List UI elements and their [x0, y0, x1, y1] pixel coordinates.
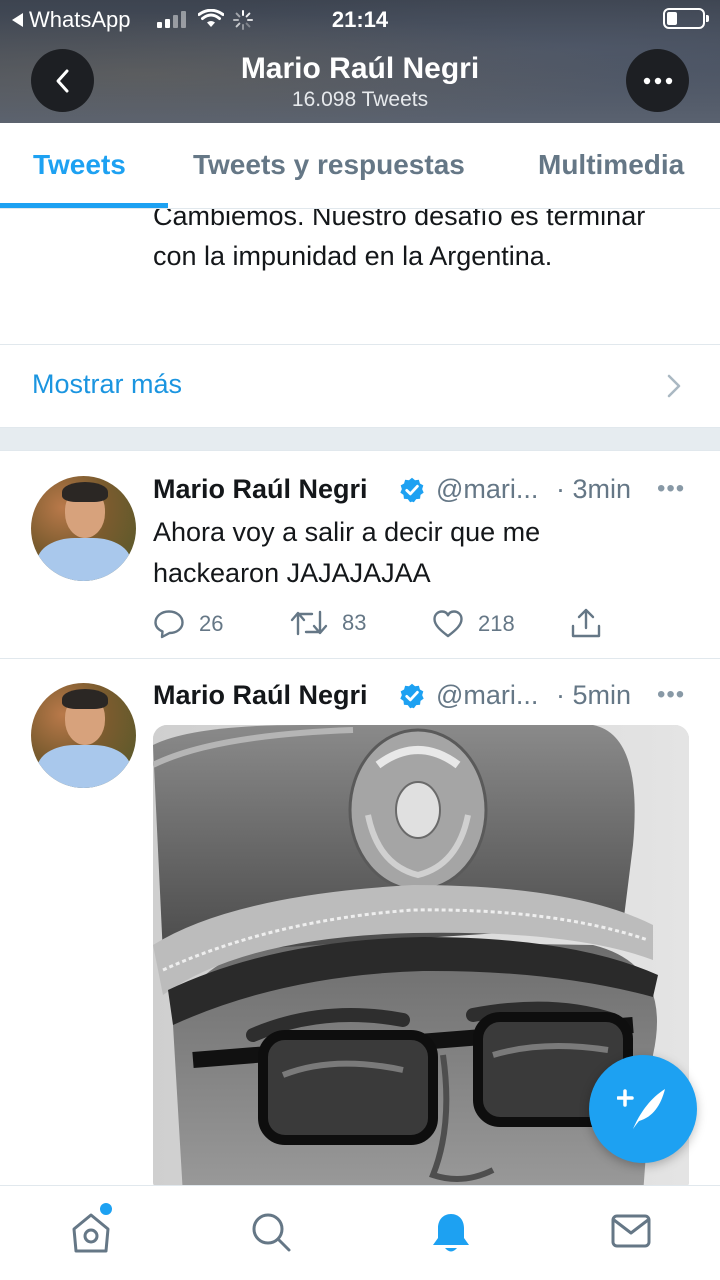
chevron-right-icon [667, 374, 681, 398]
tweet-text: Ahora voy a salir a decir que me hackear… [153, 517, 541, 588]
status-time: 21:14 [331, 7, 389, 32]
tweet-more-button[interactable]: ••• [657, 681, 685, 709]
heart-icon [433, 610, 463, 638]
new-content-indicator [100, 1203, 112, 1215]
section-gap [0, 428, 720, 450]
show-more-label: Mostrar más [32, 369, 183, 399]
tweet-more-button[interactable]: ••• [657, 475, 685, 503]
verified-badge-icon [400, 683, 424, 709]
verified-badge-icon [400, 477, 424, 503]
tab-media[interactable]: Multimedia [538, 149, 684, 181]
search-icon[interactable] [250, 1211, 292, 1253]
tab-tweets[interactable]: Tweets [33, 149, 126, 181]
retweet-count: 83 [342, 610, 367, 635]
page-title: Mario Raúl Negri [240, 52, 480, 85]
compose-tweet-button[interactable] [589, 1055, 697, 1163]
like-button[interactable]: 218 [432, 609, 515, 639]
more-horizontal-icon [643, 77, 672, 84]
compose-tweet-icon [617, 1089, 665, 1129]
messages-envelope-icon[interactable] [610, 1211, 652, 1251]
bottom-tab-bar [0, 1185, 720, 1280]
tab-tweets-and-replies[interactable]: Tweets y respuestas [193, 149, 465, 181]
tweet-timestamp[interactable]: · 5min [556, 680, 631, 711]
tweet-count: 16.098 Tweets [291, 88, 429, 111]
more-options-button[interactable] [626, 49, 689, 112]
avatar[interactable] [31, 476, 136, 581]
like-count: 218 [478, 611, 515, 636]
retweet-icon [290, 610, 328, 636]
reply-count: 26 [199, 611, 224, 636]
status-bar: WhatsApp 21:14 [0, 0, 720, 40]
tweet-author-handle[interactable]: @mari... [436, 474, 538, 505]
reply-button[interactable]: 26 [153, 609, 223, 639]
show-more-row[interactable]: Mostrar más [0, 345, 720, 428]
notifications-bell-icon[interactable] [430, 1211, 472, 1255]
retweet-button[interactable]: 83 [290, 609, 366, 637]
tweet-card[interactable]: Mario Raúl Negri @mari... · 3min ••• Aho… [0, 451, 720, 658]
avatar[interactable] [31, 683, 136, 788]
active-tab-indicator [0, 203, 168, 208]
share-button[interactable] [570, 607, 602, 639]
reply-icon [154, 610, 184, 639]
profile-tabs: Tweets Tweets y respuestas Multimedia [0, 123, 720, 209]
tweet-author-name[interactable]: Mario Raúl Negri [153, 474, 368, 505]
tweet-timestamp[interactable]: · 3min [556, 474, 631, 505]
battery-icon [663, 8, 709, 29]
tweet-author-handle[interactable]: @mari... [436, 680, 538, 711]
profile-header: WhatsApp 21:14 Mario Raúl Negri 16.098 T… [0, 0, 720, 123]
tweet-author-name[interactable]: Mario Raúl Negri [153, 680, 368, 711]
home-icon[interactable] [70, 1211, 112, 1255]
share-icon [571, 608, 601, 638]
